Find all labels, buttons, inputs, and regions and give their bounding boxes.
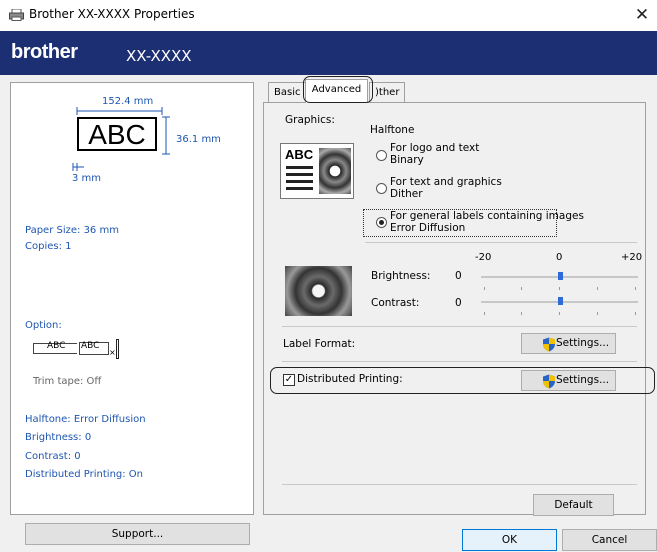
uac-shield-icon: [543, 337, 555, 352]
brand-bar: [0, 31, 657, 75]
graphics-thumbnail: ABC: [280, 143, 354, 199]
radio-dither[interactable]: [376, 183, 387, 194]
distributed-printing-callout: [270, 367, 655, 394]
label-format-settings-button[interactable]: Settings...: [521, 333, 616, 354]
model-name: XX-XXXX: [126, 47, 192, 65]
label-width-measure: 152.4 mm: [102, 96, 154, 107]
window-title: Brother XX-XXXX Properties: [29, 7, 195, 21]
halftone-label: Halftone: [370, 124, 415, 136]
brother-logo: brother: [11, 41, 78, 63]
brightness-info: Brightness: 0: [25, 432, 92, 443]
brightness-value: 0: [455, 270, 462, 282]
contrast-value: 0: [455, 297, 462, 309]
cancel-button[interactable]: Cancel: [562, 529, 657, 551]
slider-scale-min: -20: [475, 252, 492, 263]
tab-other[interactable]: )ther: [369, 82, 405, 102]
scissors-icon: ×: [109, 348, 116, 357]
distributed-printing-info: Distributed Printing: On: [25, 469, 144, 480]
copies-info: Copies: 1: [25, 241, 72, 252]
trim-tape-info: Trim tape: Off: [33, 376, 102, 387]
printer-icon: [9, 8, 24, 21]
advanced-tab-callout: [303, 76, 373, 103]
paper-size-info: Paper Size: 36 mm: [25, 225, 119, 236]
label-margin-measure: 3 mm: [72, 173, 102, 184]
brightness-label: Brightness:: [371, 270, 431, 282]
default-button[interactable]: Default: [533, 494, 614, 516]
slider-scale-max: +20: [621, 252, 643, 263]
option-label: Option:: [25, 320, 62, 331]
option-binary-line2: Binary: [390, 154, 424, 166]
contrast-slider-thumb[interactable]: [557, 297, 563, 305]
separator: [282, 326, 637, 327]
label-format-label: Label Format:: [283, 338, 356, 350]
separator: [282, 484, 637, 485]
brightness-slider-thumb[interactable]: [557, 272, 563, 280]
option-error-diffusion-line2: Error Diffusion: [390, 222, 466, 234]
label-preview-sample: ABC: [77, 117, 157, 151]
close-button[interactable]: ✕: [628, 2, 656, 29]
graphics-label: Graphics:: [285, 114, 335, 126]
halftone-info: Halftone: Error Diffusion: [25, 414, 146, 425]
support-button[interactable]: Support...: [25, 523, 250, 545]
option-dither-line2: Dither: [390, 188, 423, 200]
sunflower-image: [319, 148, 351, 194]
label-height-measure: 36.1 mm: [176, 134, 221, 145]
sunflower-preview-image: [285, 266, 352, 316]
option-error-diffusion-line1: For general labels containing images: [390, 210, 584, 222]
separator: [282, 361, 637, 362]
ok-button[interactable]: OK: [462, 529, 557, 551]
contrast-label: Contrast:: [371, 297, 420, 309]
option-dither-line1: For text and graphics: [390, 176, 502, 188]
cut-option-icon: ABC ABC ×: [33, 339, 121, 359]
radio-binary[interactable]: [376, 150, 387, 161]
slider-scale-mid: 0: [556, 252, 563, 263]
contrast-info: Contrast: 0: [25, 451, 81, 462]
option-binary-line1: For logo and text: [390, 142, 480, 154]
separator: [365, 242, 637, 243]
